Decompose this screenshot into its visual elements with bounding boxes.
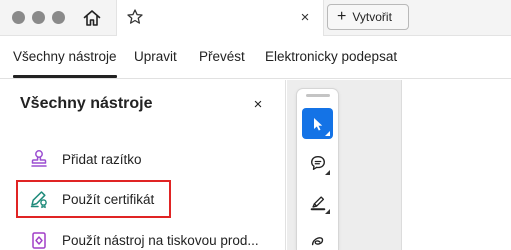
close-tab-icon[interactable]: × xyxy=(295,7,315,27)
tool-use-certificate[interactable]: Použít certifikát xyxy=(16,180,171,218)
select-cursor-icon xyxy=(313,117,322,130)
toolbar-drag-handle[interactable] xyxy=(306,94,330,97)
create-button[interactable]: + Vytvořit xyxy=(327,4,409,30)
draw-freehand-icon xyxy=(311,236,323,245)
plus-icon: + xyxy=(337,8,347,25)
draw-tool-button[interactable] xyxy=(302,225,333,250)
menu-all-tools[interactable]: Všechny nástroje xyxy=(13,49,117,78)
title-bar: × + Vytvořit xyxy=(0,0,511,36)
all-tools-panel: Všechny nástroje × Přidat razítko Použít… xyxy=(0,80,286,250)
print-production-icon xyxy=(28,229,50,250)
submenu-corner xyxy=(325,209,330,214)
select-tool-button[interactable] xyxy=(302,108,333,139)
submenu-corner xyxy=(325,170,330,175)
tool-label: Použít certifikát xyxy=(62,191,155,207)
tool-label: Přidat razítko xyxy=(62,151,142,167)
comment-tool-button[interactable] xyxy=(302,147,333,178)
highlight-pen-icon xyxy=(310,195,325,210)
document-page[interactable] xyxy=(401,80,511,250)
window-close-dot[interactable] xyxy=(12,11,25,24)
home-tab[interactable] xyxy=(68,0,116,36)
menu-edit[interactable]: Upravit xyxy=(134,49,177,64)
tool-print-production[interactable]: Použít nástroj na tiskovou prod... xyxy=(16,221,268,250)
submenu-corner xyxy=(325,131,330,136)
star-icon[interactable] xyxy=(123,5,147,29)
tool-label: Použít nástroj na tiskovou prod... xyxy=(62,232,259,248)
create-button-label: Vytvořit xyxy=(352,10,392,24)
highlight-tool-button[interactable] xyxy=(302,186,333,217)
window-minimize-dot[interactable] xyxy=(32,11,45,24)
close-panel-icon[interactable]: × xyxy=(249,95,267,113)
window-maximize-dot[interactable] xyxy=(52,11,65,24)
quick-tools-toolbar xyxy=(297,89,338,250)
stamp-icon xyxy=(28,148,50,170)
certificate-pen-icon xyxy=(28,188,50,210)
panel-title: Všechny nástroje xyxy=(20,95,153,112)
comment-icon xyxy=(310,155,325,170)
menu-bar: Všechny nástroje Upravit Převést Elektro… xyxy=(0,37,511,79)
menu-convert[interactable]: Převést xyxy=(199,49,245,64)
menu-e-sign[interactable]: Elektronicky podepsat xyxy=(265,49,397,64)
document-tab[interactable]: × xyxy=(116,0,324,36)
home-icon xyxy=(83,10,101,26)
tool-add-stamp[interactable]: Přidat razítko xyxy=(16,140,268,178)
